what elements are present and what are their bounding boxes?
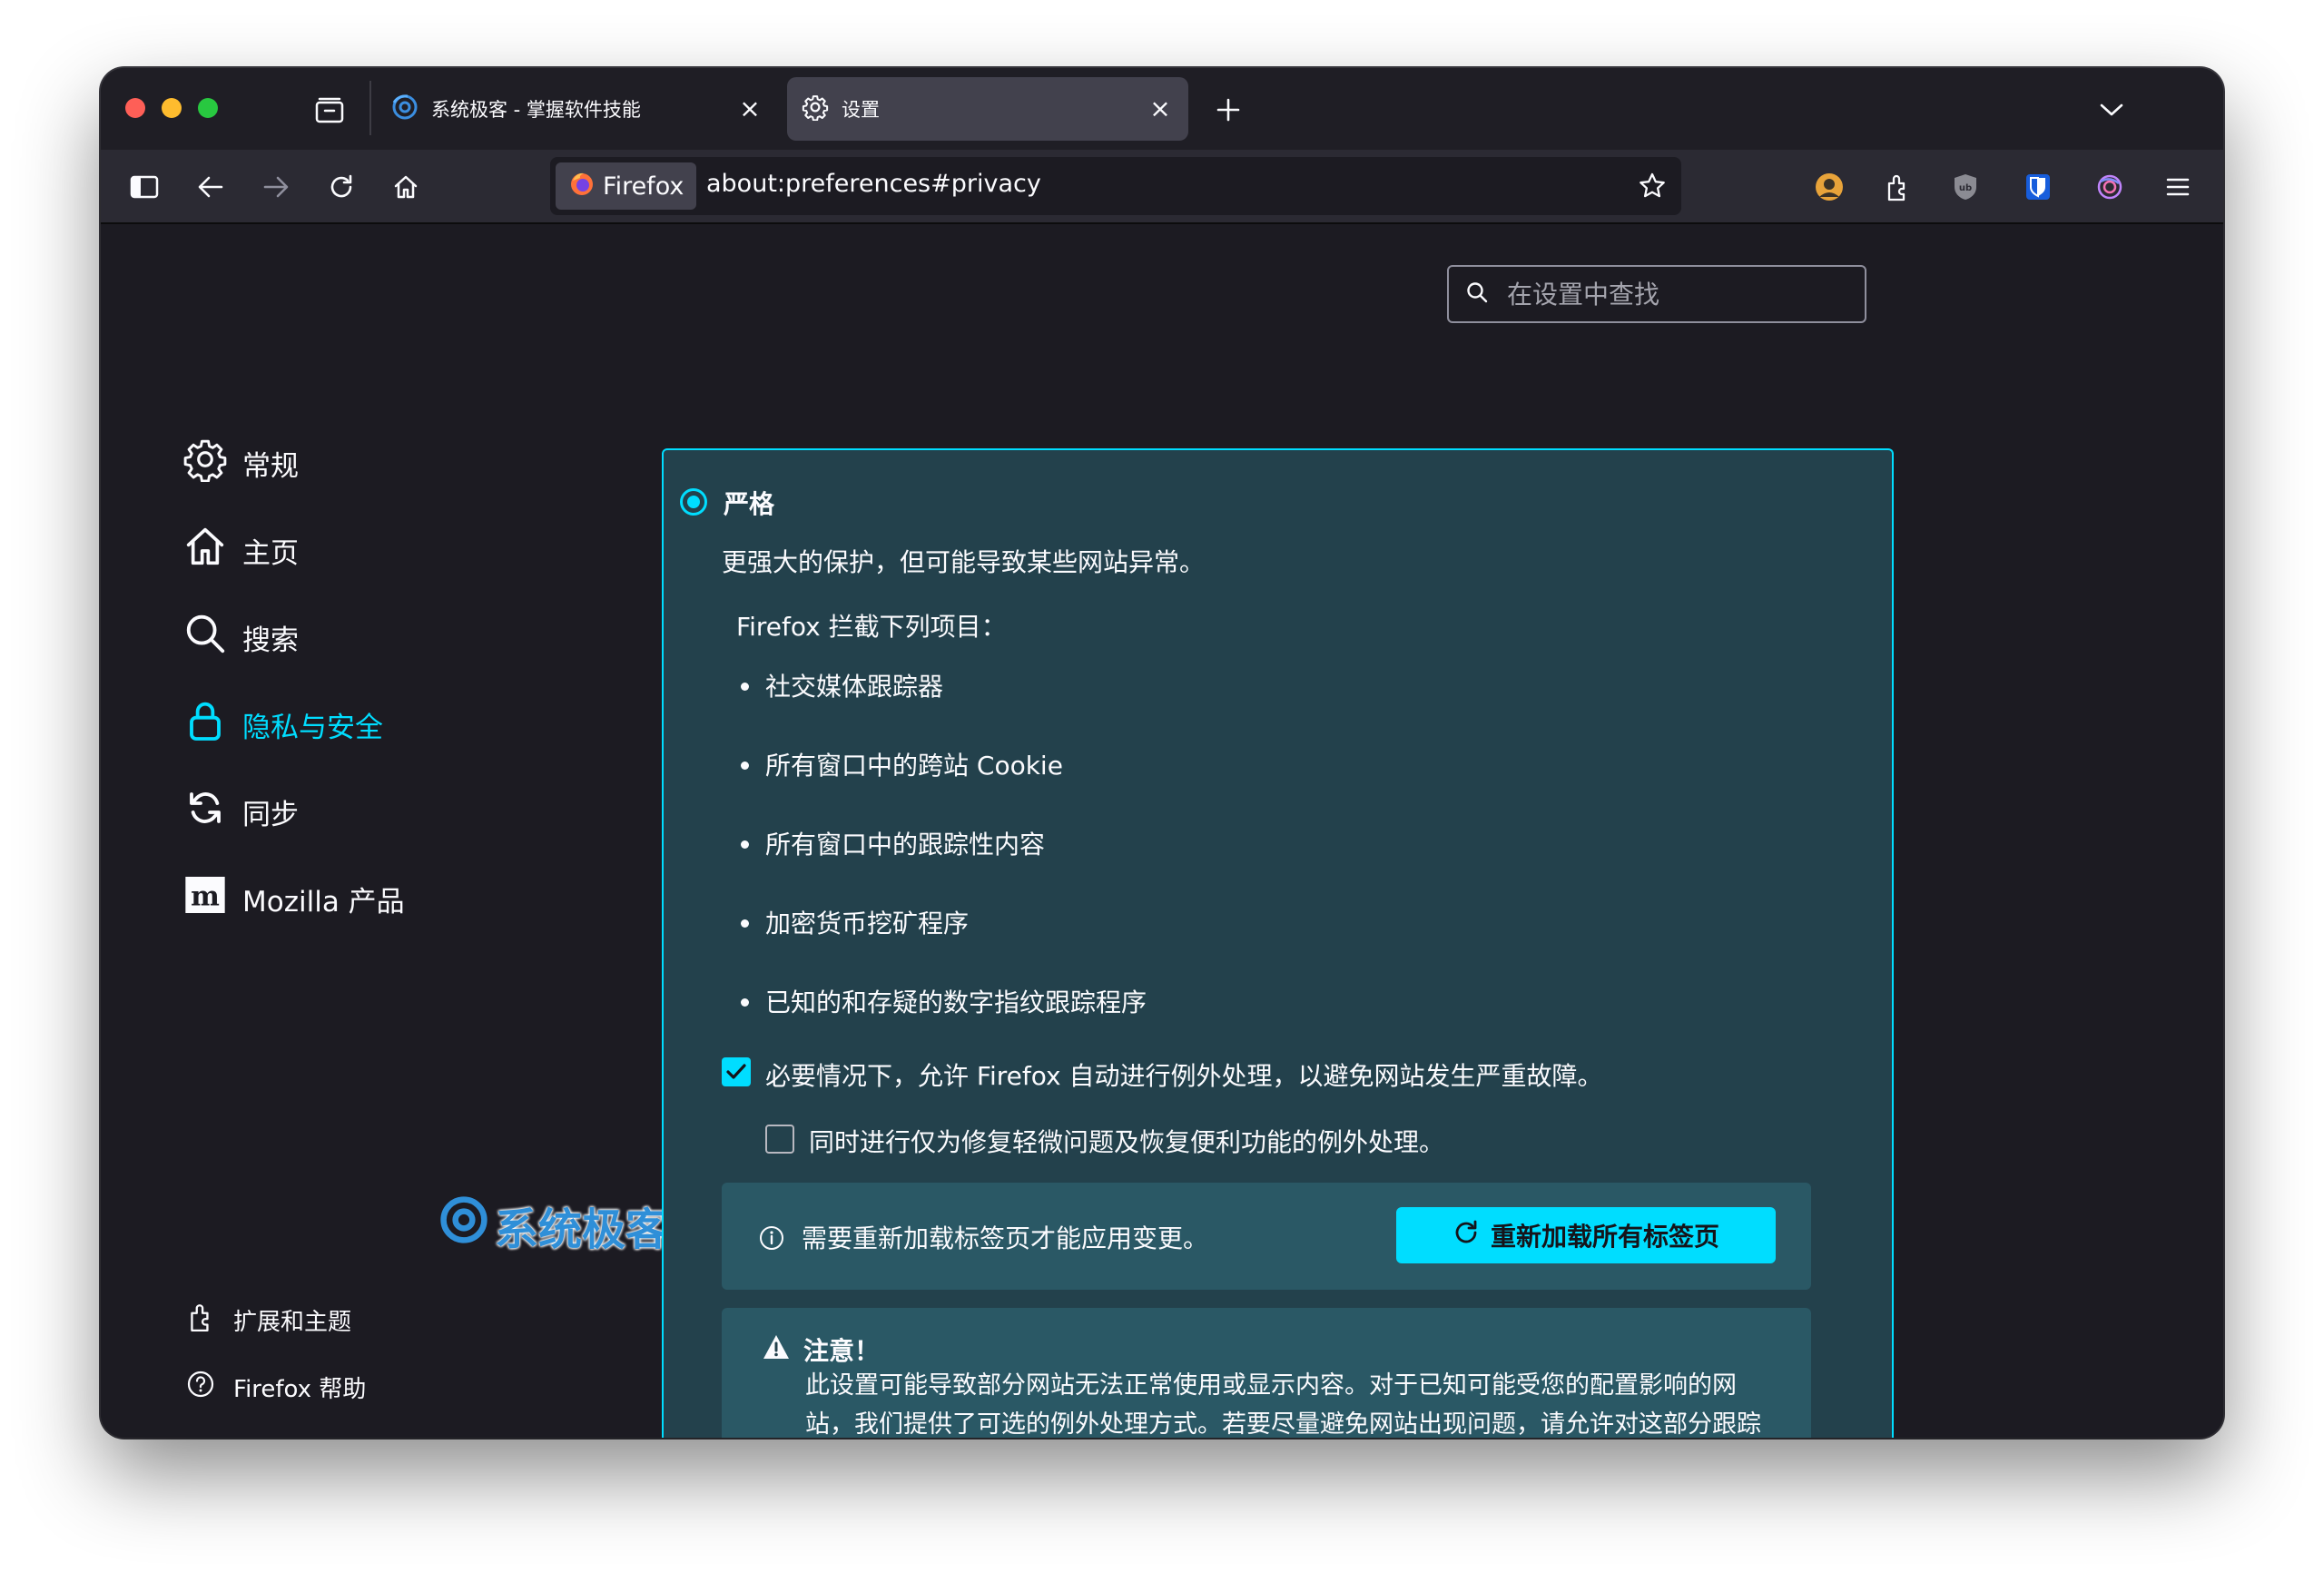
search-icon [182,611,228,663]
reload-notice-bar: 需要重新加载标签页才能应用变更。 重新加载所有标签页 [722,1183,1811,1290]
reload-notice-text: 需要重新加载标签页才能应用变更。 [802,1223,1209,1253]
forward-button[interactable] [258,169,294,205]
bookmark-star-icon[interactable] [1634,168,1670,204]
allow-exceptions-checkbox[interactable] [722,1057,751,1086]
warning-box: 注意！ 此设置可能导致部分网站无法正常使用或显示内容。对于已知可能受您的配置影响… [722,1308,1811,1438]
minimize-window-button[interactable] [162,98,182,118]
firefox-view-icon[interactable] [311,92,348,128]
strict-protection-panel: 严格 更强大的保护，但可能导致某些网站异常。 Firefox 拦截下列项目： 社… [662,448,1894,1438]
list-item: 所有窗口中的跨站 Cookie [765,751,1063,781]
gear-icon [182,437,228,489]
tab-title: 系统极客 - 掌握软件技能 [431,99,641,121]
sidebar-item-privacy[interactable]: 隐私与安全 [182,697,383,752]
sidebar-toggle-icon[interactable] [126,169,162,205]
reload-button-label: 重新加载所有标签页 [1490,1222,1719,1252]
bitwarden-shield-icon[interactable] [2020,169,2056,205]
extensions-puzzle-icon[interactable] [1879,169,1915,205]
new-tab-button[interactable] [1210,92,1246,128]
reload-icon [1452,1219,1480,1253]
mozilla-logo-icon: m [182,872,228,925]
close-window-button[interactable] [125,98,145,118]
strict-description: 更强大的保护，但可能导致某些网站异常。 [722,547,1206,577]
bullet [741,840,749,849]
preferences-page: 常规 主页 搜索 隐私与安全 同步 m [101,224,2223,1438]
back-button[interactable] [192,169,229,205]
watermark-logo-icon [437,1194,491,1256]
sidebar-item-label: Mozilla 产品 [242,885,405,919]
tab-settings[interactable]: 设置 × [787,77,1188,141]
sidebar-item-home[interactable]: 主页 [182,523,299,577]
sidebar-item-label: 搜索 [242,624,299,657]
blocks-heading: Firefox 拦截下列项目： [736,612,1007,642]
tab-site[interactable]: 系统极客 - 掌握软件技能 × [377,77,778,141]
watermark-text: 系统极客 [495,1204,670,1255]
bullet [741,919,749,928]
list-all-tabs-button[interactable] [2093,92,2130,128]
bullet [741,683,749,691]
svg-text:m: m [191,881,220,913]
site-logo-icon [391,93,419,124]
sidebar-addons-link[interactable]: 扩展和主题 [186,1302,351,1339]
minor-exceptions-checkbox[interactable] [765,1125,794,1154]
strict-title: 严格 [724,489,775,519]
close-icon[interactable]: × [736,95,763,123]
sidebar-item-label: 隐私与安全 [242,711,383,744]
puzzle-icon [186,1302,215,1339]
menu-hamburger-icon[interactable] [2160,169,2196,205]
reload-all-tabs-button[interactable]: 重新加载所有标签页 [1396,1207,1776,1263]
sidebar-bottom-label: 扩展和主题 [233,1309,352,1336]
tab-strip: 系统极客 - 掌握软件技能 × 设置 × [101,68,2223,150]
tab-title: 设置 [842,99,880,121]
home-icon [182,524,228,576]
account-avatar-icon[interactable] [1811,169,1847,205]
navigation-toolbar: Firefox about:preferences#privacy ub [101,150,2223,224]
identity-box[interactable]: Firefox [556,162,696,210]
strict-radio[interactable] [680,488,707,516]
sidebar-item-label: 主页 [242,536,299,570]
sidebar-item-sync[interactable]: 同步 [182,784,299,839]
firefox-logo-icon [568,170,596,203]
list-item: 社交媒体跟踪器 [765,672,944,702]
settings-search[interactable] [1447,265,1866,323]
warning-body: 此设置可能导致部分网站无法正常使用或显示内容。对于已知可能受您的配置影响的网站，… [805,1371,1761,1438]
identity-label: Firefox [603,172,684,201]
ai-assistant-icon[interactable] [2092,169,2128,205]
list-item: 所有窗口中的跟踪性内容 [765,830,1046,860]
warning-title: 注意！ [803,1336,881,1366]
sidebar-item-mozilla[interactable]: m Mozilla 产品 [182,871,405,926]
bullet [741,761,749,770]
home-button[interactable] [388,169,424,205]
minor-exceptions-label: 同时进行仅为修复轻微问题及恢复便利功能的例外处理。 [809,1127,1445,1157]
sync-icon [182,785,228,838]
allow-exceptions-label: 必要情况下，允许 Firefox 自动进行例外处理，以避免网站发生严重故障。 [765,1061,1603,1091]
close-icon[interactable]: × [1147,95,1174,123]
url-bar[interactable]: Firefox about:preferences#privacy [550,157,1681,215]
gear-icon [802,93,829,124]
sidebar-help-link[interactable]: Firefox 帮助 [186,1370,366,1405]
zoom-window-button[interactable] [198,98,218,118]
lock-icon [182,698,228,751]
info-icon [758,1224,785,1255]
sidebar-bottom-label: Firefox 帮助 [233,1376,367,1403]
sidebar-item-label: 常规 [242,449,299,483]
svg-text:ub: ub [1959,183,1972,193]
bullet [741,998,749,1007]
list-item: 加密货币挖矿程序 [765,909,970,938]
help-icon [186,1370,215,1405]
warning-triangle-icon [762,1333,791,1364]
tab-separator [369,81,371,135]
ublock-shield-icon[interactable]: ub [1947,169,1984,205]
search-icon [1465,280,1489,308]
watermark: 系统极客 [437,1194,669,1257]
search-input[interactable] [1507,279,1848,309]
reload-button[interactable] [323,169,359,205]
sidebar-item-search[interactable]: 搜索 [182,610,299,664]
list-item: 已知的和存疑的数字指纹跟踪程序 [765,987,1147,1017]
browser-window: 系统极客 - 掌握软件技能 × 设置 × Firefox about:prefe… [101,68,2223,1438]
sidebar-item-general[interactable]: 常规 [182,436,299,490]
sidebar-item-label: 同步 [242,798,299,831]
url-input[interactable]: about:preferences#privacy [706,170,1041,198]
